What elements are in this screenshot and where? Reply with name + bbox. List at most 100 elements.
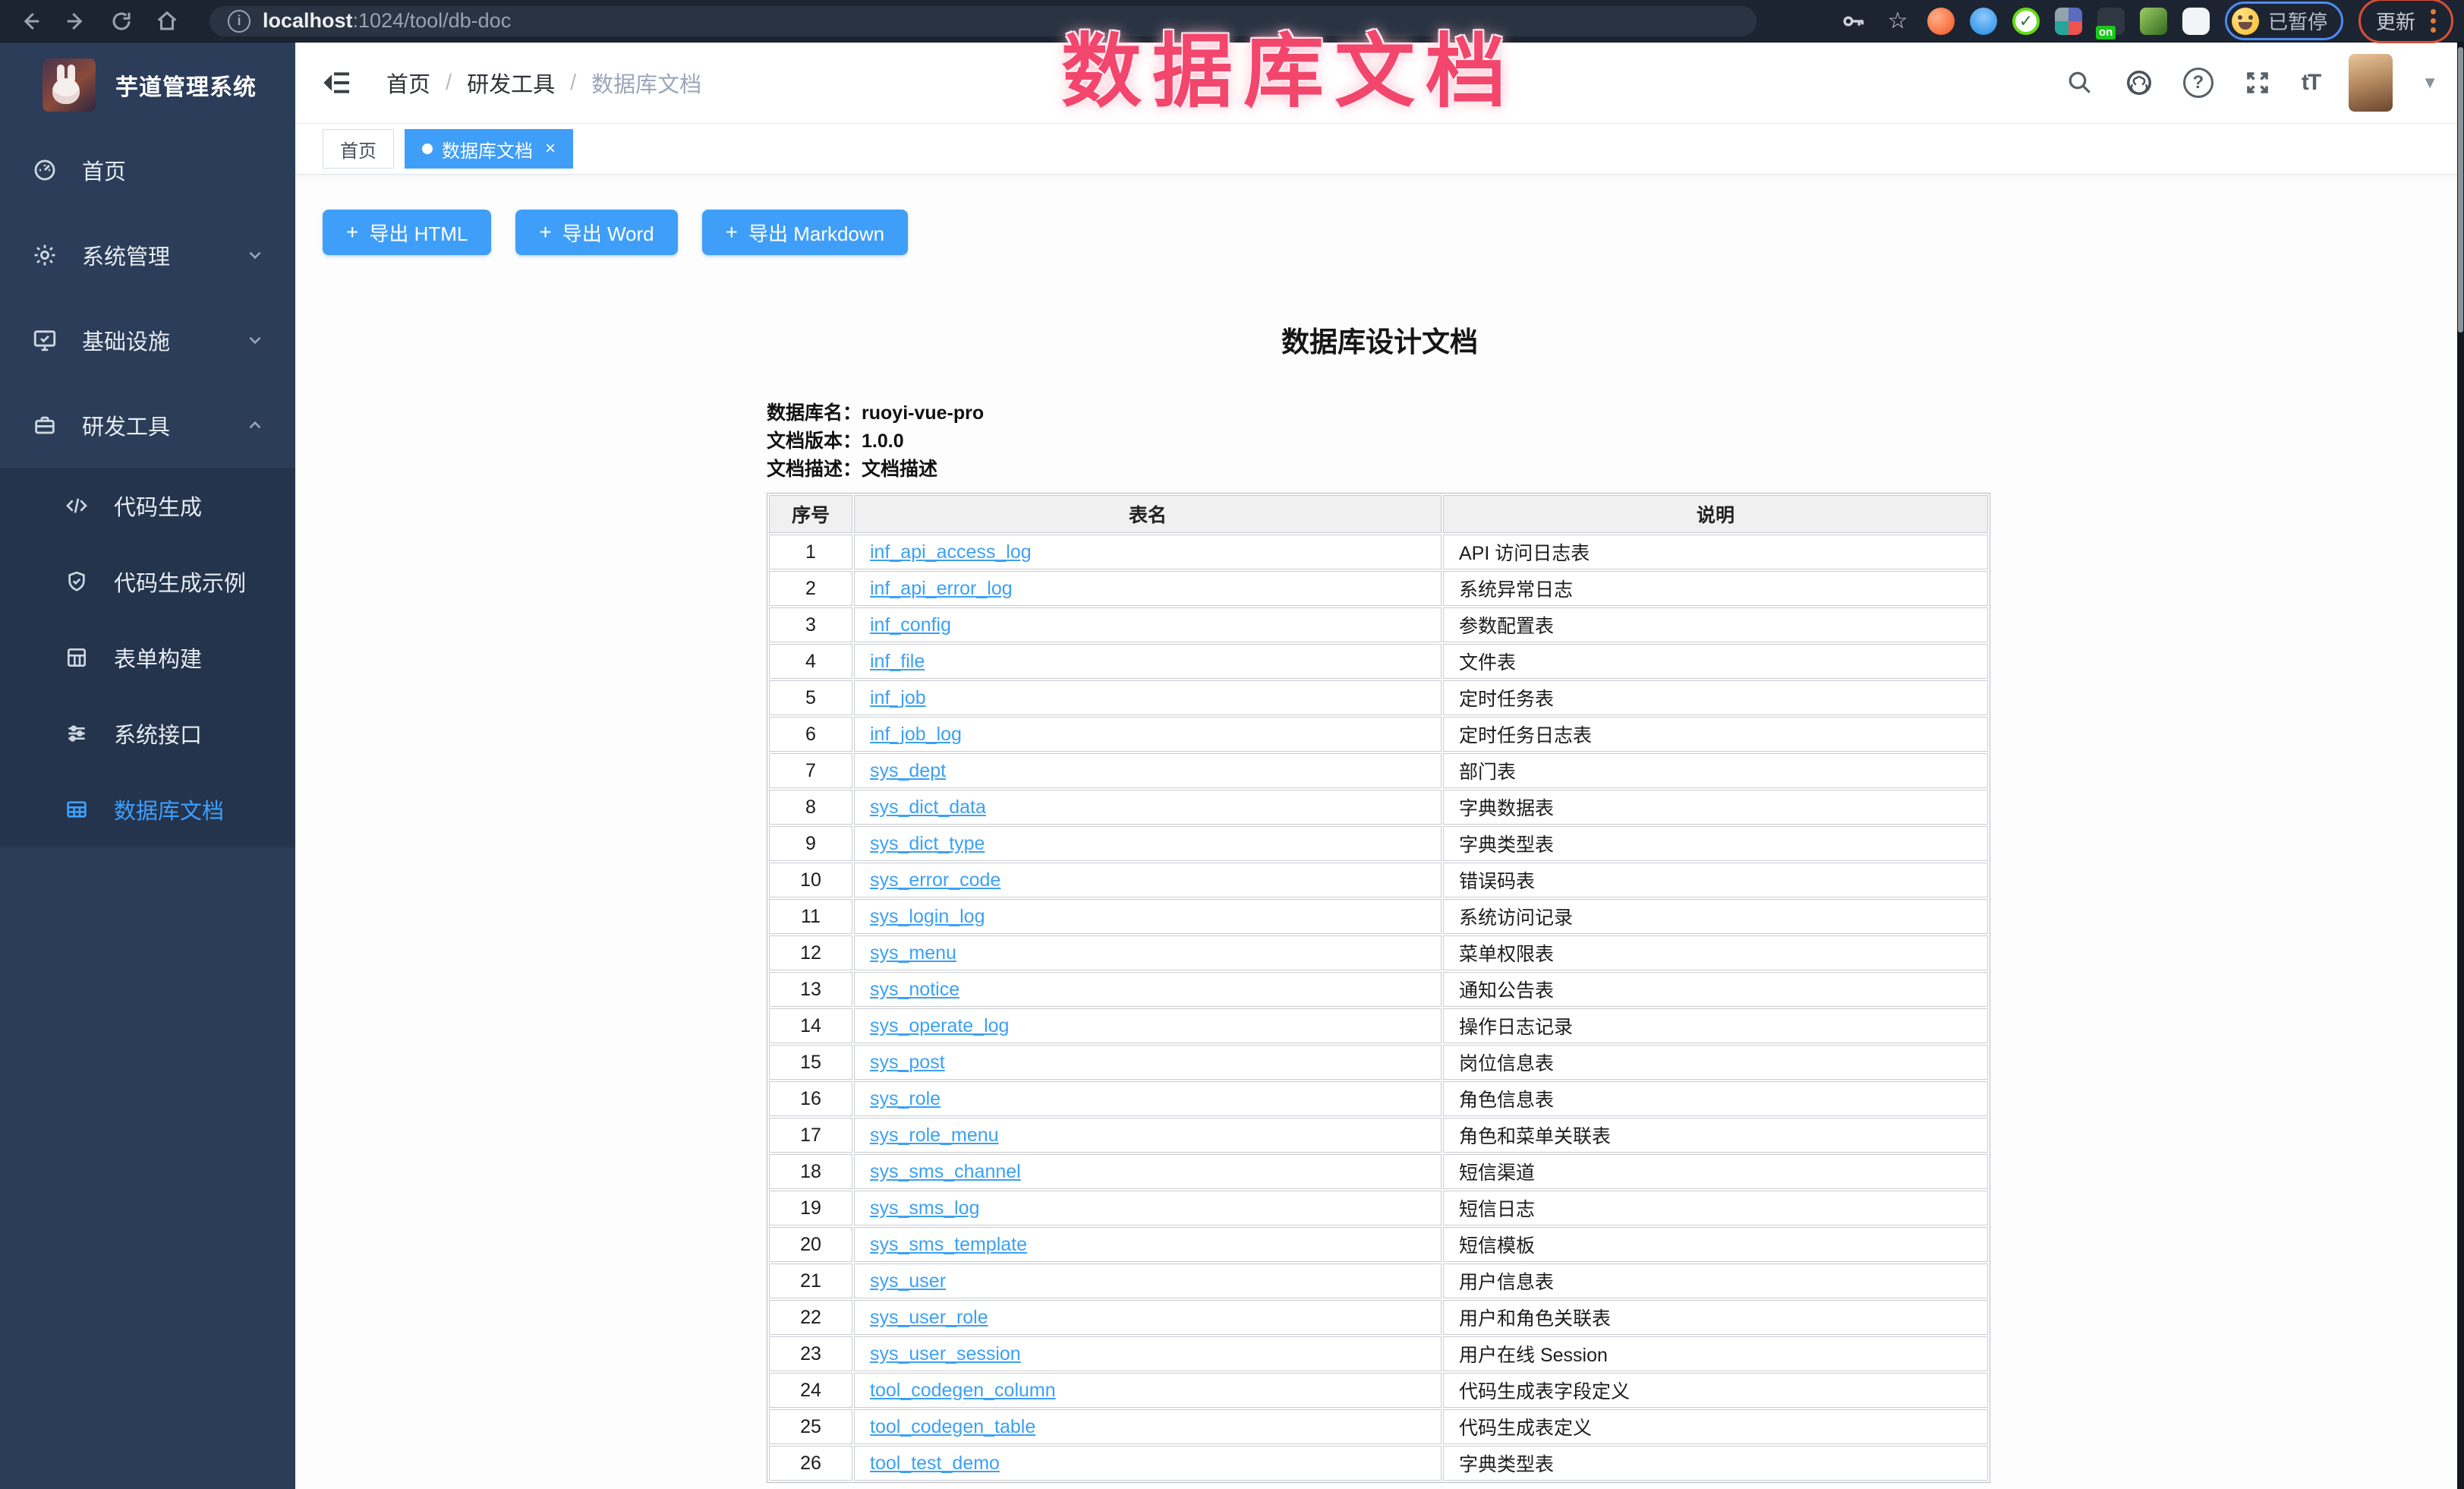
table-name-link[interactable]: sys_dict_type xyxy=(870,833,985,854)
table-name-link[interactable]: sys_sms_template xyxy=(870,1234,1027,1255)
ext-green-check-icon[interactable]: ✓ xyxy=(2012,8,2040,35)
row-index: 3 xyxy=(769,607,852,642)
sidebar-item-system[interactable]: 系统管理 xyxy=(0,213,295,298)
table-name-link[interactable]: sys_operate_log xyxy=(870,1015,1009,1036)
table-row: 2inf_api_error_log系统异常日志 xyxy=(769,571,1988,606)
table-name-link[interactable]: tool_codegen_column xyxy=(870,1380,1056,1401)
meta-doc-desc: 文档描述：文档描述 xyxy=(767,456,1986,484)
browser-update-button[interactable]: 更新 xyxy=(2358,0,2453,43)
export-word-button[interactable]: + 导出 Word xyxy=(515,210,677,255)
table-desc-cell: 参数配置表 xyxy=(1443,607,1988,642)
browser-menu-icon[interactable] xyxy=(2431,9,2436,33)
sidebar-item-codegen-demo[interactable]: 代码生成示例 xyxy=(0,544,295,620)
back-icon[interactable] xyxy=(17,8,44,35)
tab-label: 数据库文档 xyxy=(442,136,533,162)
table-name-link[interactable]: sys_login_log xyxy=(870,906,985,927)
site-info-icon[interactable]: i xyxy=(228,10,250,33)
close-icon[interactable]: × xyxy=(545,140,556,158)
table-name-link[interactable]: inf_api_access_log xyxy=(870,541,1032,563)
table-name-link[interactable]: sys_error_code xyxy=(870,869,1000,891)
forward-icon[interactable] xyxy=(62,8,90,35)
table-name-link[interactable]: sys_user_role xyxy=(870,1307,988,1328)
row-index: 16 xyxy=(769,1081,852,1116)
search-icon[interactable] xyxy=(2065,68,2095,98)
sidebar-item-infra[interactable]: 基础设施 xyxy=(0,298,295,383)
table-desc-cell: API 访问日志表 xyxy=(1443,535,1988,569)
table-name-link[interactable]: inf_config xyxy=(870,614,951,636)
table-name-link[interactable]: inf_file xyxy=(870,651,925,672)
ext-orange-icon[interactable] xyxy=(1927,8,1955,35)
table-desc-cell: 字典类型表 xyxy=(1443,1446,1988,1481)
table-name-link[interactable]: sys_user_session xyxy=(870,1343,1021,1364)
sidebar-item-form-builder[interactable]: 表单构建 xyxy=(0,620,295,696)
table-row: 10sys_error_code错误码表 xyxy=(769,863,1988,898)
table-name-link[interactable]: sys_sms_channel xyxy=(870,1161,1021,1182)
table-name-cell: sys_error_code xyxy=(854,863,1442,898)
form-grid-icon xyxy=(62,643,91,672)
tab-home[interactable]: 首页 xyxy=(323,129,394,169)
row-index: 5 xyxy=(769,680,852,715)
ext-leaf-icon[interactable] xyxy=(2140,8,2167,35)
table-row: 20sys_sms_template短信模板 xyxy=(769,1227,1988,1262)
github-icon[interactable] xyxy=(2124,68,2154,98)
help-icon[interactable]: ? xyxy=(2183,68,2214,98)
sidebar-collapse-icon[interactable] xyxy=(323,68,353,98)
app-logo-row[interactable]: 芋道管理系统 xyxy=(0,43,295,128)
table-name-link[interactable]: sys_sms_log xyxy=(870,1197,980,1219)
table-name-link[interactable]: sys_dept xyxy=(870,760,946,781)
sidebar-item-db-doc[interactable]: 数据库文档 xyxy=(0,771,295,847)
breadcrumb-home[interactable]: 首页 xyxy=(386,67,430,99)
key-icon[interactable] xyxy=(1839,7,1868,36)
sidebar-item-devtools[interactable]: 研发工具 xyxy=(0,383,295,468)
table-name-link[interactable]: inf_api_error_log xyxy=(870,578,1013,599)
ext-dark-on-icon[interactable]: on xyxy=(2097,8,2125,35)
table-name-cell: sys_notice xyxy=(854,972,1442,1007)
star-icon[interactable]: ☆ xyxy=(1883,7,1912,36)
table-name-link[interactable]: sys_post xyxy=(870,1052,945,1073)
row-index: 23 xyxy=(769,1336,852,1371)
scrollbar-thumb[interactable] xyxy=(2458,47,2463,333)
address-bar[interactable]: i localhost:1024/tool/db-doc xyxy=(210,6,1757,36)
app-logo-image xyxy=(43,58,96,112)
tab-db-doc[interactable]: 数据库文档 × xyxy=(405,129,573,169)
breadcrumb-separator: / xyxy=(570,71,576,96)
export-markdown-button[interactable]: + 导出 Markdown xyxy=(702,210,909,255)
browser-profile-chip[interactable]: 已暂停 xyxy=(2225,2,2343,40)
sidebar-item-home[interactable]: 首页 xyxy=(0,128,295,213)
table-name-link[interactable]: tool_codegen_table xyxy=(870,1416,1035,1437)
row-index: 1 xyxy=(769,535,852,569)
table-name-link[interactable]: inf_job xyxy=(870,687,926,708)
table-row: 15sys_post岗位信息表 xyxy=(769,1045,1988,1080)
monitor-check-icon xyxy=(30,326,59,355)
breadcrumb-devtools[interactable]: 研发工具 xyxy=(467,67,555,99)
export-toolbar: + 导出 HTML + 导出 Word + 导出 Markdown xyxy=(323,210,2464,255)
table-name-link[interactable]: sys_role xyxy=(870,1088,941,1109)
ext-grid-icon[interactable] xyxy=(2055,8,2082,35)
sidebar-item-codegen[interactable]: 代码生成 xyxy=(0,468,295,544)
avatar[interactable] xyxy=(2349,54,2393,112)
table-row: 8sys_dict_data字典数据表 xyxy=(769,790,1988,825)
table-name-link[interactable]: sys_dict_data xyxy=(870,797,986,818)
ext-puzzle-icon[interactable] xyxy=(2182,8,2210,35)
row-index: 9 xyxy=(769,826,852,861)
home-icon[interactable] xyxy=(153,8,181,35)
scrollbar-track[interactable] xyxy=(2457,43,2464,1489)
export-html-button[interactable]: + 导出 HTML xyxy=(323,210,491,255)
reload-icon[interactable] xyxy=(108,8,135,35)
table-name-link[interactable]: tool_test_demo xyxy=(870,1453,1000,1474)
ext-pin-icon[interactable] xyxy=(1970,8,1997,35)
page-content: + 导出 HTML + 导出 Word + 导出 Markdown 数据库设计文… xyxy=(295,175,2464,1489)
table-desc-cell: 文件表 xyxy=(1443,644,1988,679)
table-name-link[interactable]: sys_notice xyxy=(870,979,959,1000)
fullscreen-icon[interactable] xyxy=(2242,68,2273,98)
font-size-icon[interactable]: tT xyxy=(2302,70,2320,96)
table-name-link[interactable]: inf_job_log xyxy=(870,724,962,745)
table-name-link[interactable]: sys_menu xyxy=(870,942,956,964)
gear-icon xyxy=(30,241,59,270)
sidebar-item-system-api[interactable]: 系统接口 xyxy=(0,696,295,771)
table-row: 26tool_test_demo字典类型表 xyxy=(769,1446,1988,1481)
table-name-link[interactable]: sys_user xyxy=(870,1270,946,1292)
chevron-down-icon[interactable]: ▼ xyxy=(2421,73,2438,93)
table-name-cell: sys_role xyxy=(854,1081,1442,1116)
table-name-link[interactable]: sys_role_menu xyxy=(870,1125,999,1146)
